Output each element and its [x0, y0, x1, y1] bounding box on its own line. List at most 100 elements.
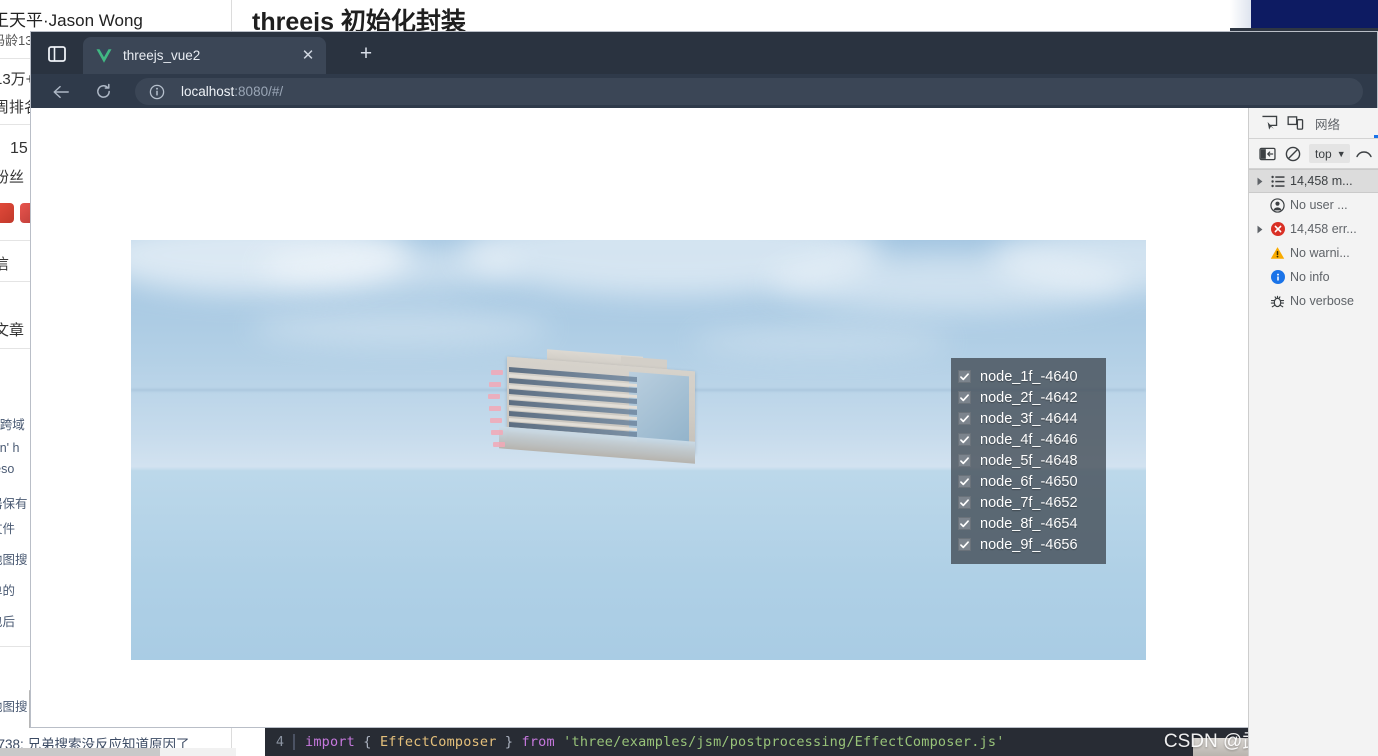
checkbox-icon[interactable]	[958, 370, 971, 383]
code-token-identifier: EffectComposer	[379, 734, 497, 750]
node-marker	[489, 406, 501, 411]
console-context-select[interactable]: top ▼	[1309, 144, 1350, 163]
active-tab-indicator	[1374, 135, 1378, 138]
inspect-element-icon[interactable]	[1256, 112, 1282, 134]
console-sidebar-row-warnings[interactable]: No warni...	[1249, 241, 1378, 265]
node-label: node_4f_-4646	[980, 431, 1078, 448]
node-row[interactable]: node_6f_-4650	[958, 471, 1099, 492]
checkbox-icon[interactable]	[958, 475, 971, 488]
console-sidebar-row-user-messages[interactable]: No user ...	[1249, 193, 1378, 217]
address-bar-url: localhost:8080/#/	[181, 84, 283, 99]
list-icon	[1267, 175, 1288, 188]
checkbox-icon[interactable]	[958, 412, 971, 425]
node-visibility-panel[interactable]: node_1f_-4640 node_2f_-4642 node_3f_-464…	[951, 358, 1106, 564]
error-icon	[1267, 222, 1288, 236]
tab-strip: threejs_vue2 ✕ +	[31, 32, 1377, 74]
address-bar[interactable]: localhost:8080/#/	[135, 78, 1363, 105]
console-context-value: top	[1315, 146, 1332, 161]
divider	[0, 240, 30, 241]
node-label: node_9f_-4656	[980, 536, 1078, 553]
clear-console-icon[interactable]	[1280, 143, 1306, 165]
building-glass-wing	[629, 371, 689, 447]
tab-network[interactable]: 网络	[1315, 114, 1340, 133]
chevron-down-icon: ▼	[1336, 148, 1346, 159]
console-verbose-text: No verbose	[1290, 294, 1354, 308]
console-sidebar-row-errors[interactable]: 14,458 err...	[1249, 217, 1378, 241]
code-token-module-path: 'three/examples/jsm/postprocessing/Effec…	[563, 734, 1005, 750]
console-sidebar-row-messages[interactable]: 14,458 m...	[1249, 169, 1378, 193]
node-row[interactable]: node_9f_-4656	[958, 534, 1099, 555]
list-item[interactable]: 器保有	[0, 493, 28, 512]
eye-icon[interactable]	[1354, 147, 1374, 161]
arrow-left-icon[interactable]	[49, 80, 73, 103]
list-item[interactable]: reso	[0, 462, 14, 476]
checkbox-icon[interactable]	[958, 454, 971, 467]
horizontal-scrollbar-thumb[interactable]	[0, 748, 160, 756]
list-item[interactable]: s 跨域	[0, 414, 25, 433]
url-path: :8080/#/	[234, 84, 284, 99]
badge-icon	[0, 203, 14, 223]
stat-fans: 粉丝	[0, 169, 25, 186]
list-item[interactable]: 包后	[0, 611, 15, 630]
node-row[interactable]: node_4f_-4646	[958, 429, 1099, 450]
console-warnings-text: No warni...	[1290, 246, 1350, 260]
node-row[interactable]: node_1f_-4640	[958, 366, 1099, 387]
checkbox-icon[interactable]	[958, 391, 971, 404]
link-articles[interactable]: 文章	[0, 319, 24, 340]
user-icon	[1267, 197, 1288, 213]
chevron-right-icon[interactable]	[1253, 225, 1267, 234]
divider	[0, 348, 30, 349]
node-label: node_6f_-4650	[980, 473, 1078, 490]
divider	[0, 646, 30, 647]
link-wechat[interactable]: 信	[0, 253, 9, 274]
drawer-panel-icon[interactable]	[1254, 143, 1280, 165]
console-sidebar-row-info[interactable]: No info	[1249, 265, 1378, 289]
url-host: localhost	[181, 84, 235, 99]
list-item[interactable]: 文件	[0, 518, 15, 537]
node-marker	[491, 430, 503, 435]
console-sidebar-row-verbose[interactable]: No verbose	[1249, 289, 1378, 313]
checkbox-icon[interactable]	[958, 496, 971, 509]
vue-logo-icon	[95, 47, 113, 65]
node-row[interactable]: node_5f_-4648	[958, 450, 1099, 471]
code-line-number: 4	[265, 734, 295, 750]
divider	[0, 58, 30, 59]
console-messages-count: 14,458 m...	[1290, 174, 1353, 188]
node-row[interactable]: node_2f_-4642	[958, 387, 1099, 408]
warning-icon	[1267, 246, 1288, 260]
code-line-text: import { EffectComposer } from 'three/ex…	[295, 734, 1005, 750]
device-toolbar-icon[interactable]	[1282, 112, 1308, 134]
node-label: node_8f_-4654	[980, 515, 1078, 532]
threejs-canvas[interactable]: node_1f_-4640 node_2f_-4642 node_3f_-464…	[131, 240, 1146, 660]
list-item[interactable]: gin' h	[0, 441, 20, 455]
sidebar-panel-icon[interactable]	[43, 42, 71, 66]
list-item[interactable]: 地图搜	[0, 696, 28, 715]
info-circle-icon[interactable]	[149, 84, 165, 100]
node-row[interactable]: node_8f_-4654	[958, 513, 1099, 534]
browser-tab-threejs-vue2[interactable]: threejs_vue2 ✕	[83, 37, 326, 74]
close-icon[interactable]: ✕	[298, 46, 318, 66]
checkbox-icon[interactable]	[958, 433, 971, 446]
plus-icon[interactable]: +	[355, 43, 377, 65]
chevron-right-icon[interactable]	[1253, 177, 1267, 186]
node-row[interactable]: node_7f_-4652	[958, 492, 1099, 513]
reload-icon[interactable]	[91, 80, 115, 103]
checkbox-icon[interactable]	[958, 517, 971, 530]
devtools-tab-row: 网络	[1249, 108, 1378, 139]
cloud	[251, 310, 551, 346]
node-marker	[491, 370, 503, 375]
checkbox-icon[interactable]	[958, 538, 971, 551]
building-3d-model[interactable]	[488, 348, 719, 464]
background-topbar-fade	[1230, 0, 1252, 28]
list-item[interactable]: 地图搜	[0, 549, 28, 568]
node-row[interactable]: node_3f_-4644	[958, 408, 1099, 429]
console-user-messages-text: No user ...	[1290, 198, 1348, 212]
divider	[0, 124, 30, 125]
node-marker	[489, 382, 501, 387]
divider	[0, 281, 30, 282]
cloud	[691, 326, 951, 356]
list-item[interactable]: 单的	[0, 580, 15, 599]
code-token-import: import	[305, 734, 355, 750]
node-label: node_5f_-4648	[980, 452, 1078, 469]
node-label: node_7f_-4652	[980, 494, 1078, 511]
